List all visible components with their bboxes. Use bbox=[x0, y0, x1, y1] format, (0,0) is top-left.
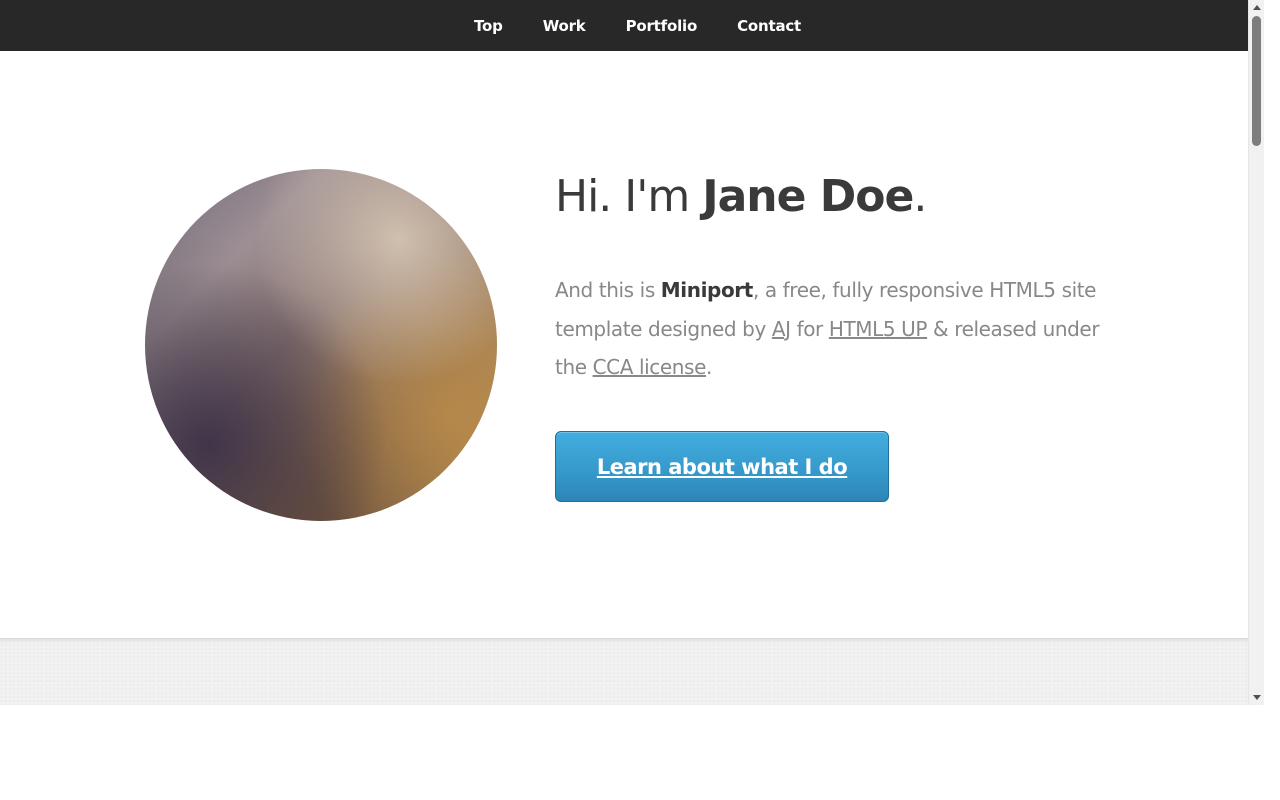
browser-viewport: Top Work Portfolio Contact Hi. I'm Jane … bbox=[0, 0, 1264, 705]
learn-more-button[interactable]: Learn about what I do bbox=[555, 431, 889, 502]
author-link[interactable]: AJ bbox=[772, 317, 791, 341]
page-scrollbar[interactable] bbox=[1248, 0, 1264, 705]
headline-suffix: . bbox=[913, 171, 927, 222]
avatar-gradient bbox=[145, 169, 497, 521]
nav-item-contact: Contact bbox=[717, 16, 821, 35]
intro-text-5: . bbox=[705, 355, 712, 379]
nav-link-portfolio[interactable]: Portfolio bbox=[626, 17, 698, 35]
nav-list: Top Work Portfolio Contact bbox=[454, 0, 821, 51]
work-section-top bbox=[0, 639, 1248, 705]
intro-text-1: And this is bbox=[555, 278, 661, 302]
scrollbar-thumb[interactable] bbox=[1252, 16, 1261, 146]
avatar-image bbox=[145, 169, 497, 521]
chevron-down-icon[interactable] bbox=[1253, 695, 1261, 700]
headline-prefix: Hi. I'm bbox=[555, 171, 703, 222]
headline-name: Jane Doe bbox=[702, 171, 914, 222]
nav-item-top: Top bbox=[454, 16, 523, 35]
intro-site-name: Miniport bbox=[660, 278, 754, 302]
nav-item-work: Work bbox=[523, 16, 606, 35]
hero-headline: Hi. I'm Jane Doe. bbox=[555, 171, 927, 222]
hero-intro: And this is Miniport, a free, fully resp… bbox=[555, 271, 1115, 387]
top-nav: Top Work Portfolio Contact bbox=[0, 0, 1248, 51]
publisher-link[interactable]: HTML5 UP bbox=[829, 317, 928, 341]
intro-text-3: for bbox=[790, 316, 829, 341]
nav-item-portfolio: Portfolio bbox=[606, 16, 718, 35]
license-link[interactable]: CCA license bbox=[593, 355, 707, 379]
nav-link-work[interactable]: Work bbox=[543, 17, 586, 35]
hero-section: Hi. I'm Jane Doe. And this is Miniport, … bbox=[0, 51, 1248, 639]
nav-link-contact[interactable]: Contact bbox=[737, 17, 801, 35]
nav-link-top[interactable]: Top bbox=[474, 17, 503, 35]
chevron-up-icon[interactable] bbox=[1253, 5, 1261, 10]
